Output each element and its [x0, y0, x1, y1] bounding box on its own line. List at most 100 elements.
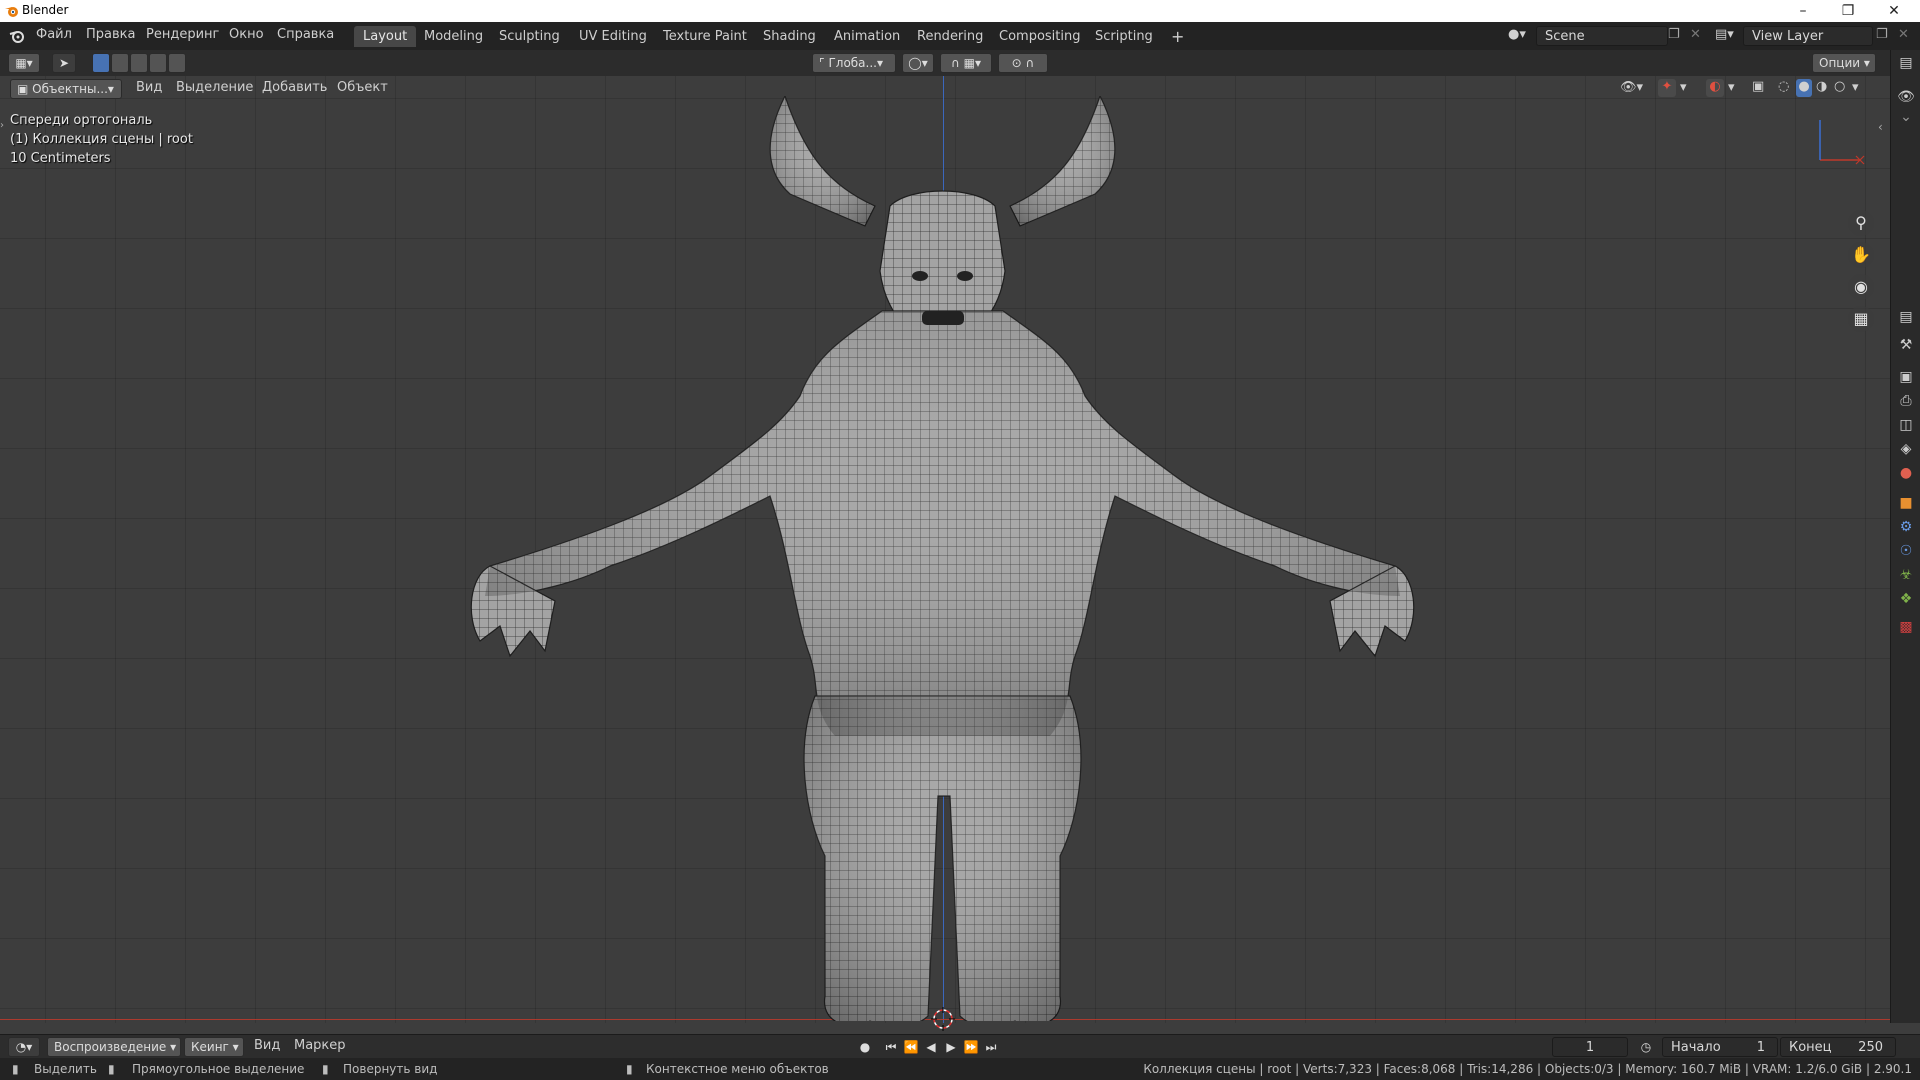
constraint-properties-icon[interactable]: ❖ [1897, 590, 1915, 608]
editor-type-icon[interactable]: ▦▾ [8, 53, 40, 73]
eye-closed-icon[interactable]: ⌄ [1897, 108, 1915, 126]
output-properties-icon[interactable]: ⎙ [1897, 392, 1915, 410]
3d-cursor-icon[interactable] [931, 1007, 955, 1031]
tab-uv-editing[interactable]: UV Editing [570, 26, 656, 47]
next-keyframe-icon[interactable]: ⏩ [962, 1039, 980, 1055]
keying-dropdown[interactable]: Кеинг ▾ [184, 1037, 244, 1057]
toolbar-expand-icon[interactable]: › [0, 120, 4, 131]
gizmo-toggle-icon[interactable]: ✦ [1658, 79, 1676, 97]
visibility-dropdown-icon[interactable]: 👁▾ [1620, 80, 1643, 95]
tab-shading[interactable]: Shading [754, 26, 825, 47]
tab-modeling[interactable]: Modeling [415, 26, 492, 47]
select-mode-new-icon[interactable] [92, 53, 110, 73]
select-mode-intersect-icon[interactable] [168, 53, 186, 73]
object-mode-dropdown[interactable]: ▣ Объектны...▾ [10, 79, 122, 99]
options-dropdown[interactable]: Опции ▾ [1812, 53, 1876, 73]
proportional-editing-icon[interactable]: ⊙ ∩ [998, 53, 1048, 73]
tab-sculpting[interactable]: Sculpting [490, 26, 569, 47]
viewport-menu-select[interactable]: Выделение [176, 80, 253, 95]
view-layer-icon[interactable]: ▤▾ [1715, 27, 1734, 42]
prev-keyframe-icon[interactable]: ⏪ [902, 1039, 920, 1055]
zoom-icon[interactable]: ⚲ [1848, 210, 1874, 236]
frame-start-field[interactable]: Начало 1 [1662, 1037, 1778, 1057]
view-layer-field[interactable]: View Layer [1743, 26, 1873, 46]
overlays-dropdown-icon[interactable]: ▾ [1728, 80, 1735, 95]
object-properties-icon[interactable]: ■ [1897, 494, 1915, 512]
physics-properties-icon[interactable]: ☣ [1897, 566, 1915, 584]
shading-rendered-icon[interactable]: ○ [1834, 79, 1845, 94]
gizmo-dropdown-icon[interactable]: ▾ [1680, 80, 1687, 95]
xray-toggle-icon[interactable]: ▣ [1752, 79, 1764, 94]
blender-menu-icon[interactable] [9, 28, 25, 44]
restore-icon[interactable]: ❐ [1830, 1, 1866, 21]
new-view-layer-icon[interactable]: ❐ [1876, 27, 1888, 42]
delete-view-layer-icon[interactable]: ✕ [1898, 27, 1909, 42]
new-scene-icon[interactable]: ❐ [1668, 27, 1680, 42]
view-layer-properties-icon[interactable]: ◫ [1897, 416, 1915, 434]
properties-editor-icon[interactable]: ▤ [1897, 308, 1915, 326]
viewport-menu-view[interactable]: Вид [136, 80, 162, 95]
tab-texture-paint[interactable]: Texture Paint [654, 26, 756, 47]
viewport-menu-object[interactable]: Объект [337, 80, 388, 95]
menu-render[interactable]: Рендеринг [146, 27, 219, 42]
status-box-select: Прямоугольное выделение [132, 1062, 305, 1076]
current-frame-field[interactable]: 1 [1552, 1037, 1628, 1057]
timeline-menu-marker[interactable]: Маркер [294, 1038, 346, 1053]
scene-name-field[interactable]: Scene [1536, 26, 1668, 46]
world-properties-icon[interactable]: ● [1897, 464, 1915, 482]
preview-range-icon[interactable]: ◷ [1637, 1039, 1655, 1055]
character-mesh[interactable] [470, 96, 1420, 1021]
axis-gizmo[interactable] [1810, 110, 1870, 170]
menu-help[interactable]: Справка [277, 27, 334, 42]
transform-orientation-dropdown[interactable]: ⌜ Глоба...▾ [812, 53, 896, 73]
jump-end-icon[interactable]: ⏭ [982, 1039, 1000, 1055]
overlays-toggle-icon[interactable]: ◐ [1706, 79, 1724, 97]
tab-compositing[interactable]: Compositing [990, 26, 1090, 47]
delete-scene-icon[interactable]: ✕ [1690, 27, 1701, 42]
timeline-editor-type-icon[interactable]: ◔▾ [8, 1037, 40, 1057]
playback-dropdown[interactable]: Воспроизведение ▾ [47, 1037, 181, 1057]
select-mode-invert-icon[interactable] [149, 53, 167, 73]
outliner-toggle-icon[interactable]: ▤ [1897, 54, 1915, 72]
tab-scripting[interactable]: Scripting [1086, 26, 1162, 47]
minimize-icon[interactable]: – [1785, 1, 1821, 21]
pan-hand-icon[interactable]: ✋ [1848, 242, 1874, 268]
pivot-point-icon[interactable]: ◯▾ [902, 53, 934, 73]
close-icon[interactable]: ✕ [1876, 1, 1912, 21]
tool-header: ▦▾ ➤ ⌜ Глоба...▾ ◯▾ ∩ ▦▾ ⊙ ∩ Опции ▾ [0, 50, 1890, 76]
select-mode-extend-icon[interactable] [111, 53, 129, 73]
modifier-properties-icon[interactable]: ⚙ [1897, 518, 1915, 536]
add-workspace-icon[interactable]: + [1162, 26, 1193, 47]
shading-dropdown-icon[interactable]: ▾ [1852, 80, 1859, 95]
play-icon[interactable]: ▶ [942, 1039, 960, 1055]
select-mode-subtract-icon[interactable] [130, 53, 148, 73]
menu-edit[interactable]: Правка [86, 27, 135, 42]
viewport-menu-add[interactable]: Добавить [262, 80, 327, 95]
tab-rendering[interactable]: Rendering [908, 26, 992, 47]
timeline-menu-view[interactable]: Вид [254, 1038, 280, 1053]
tool-properties-icon[interactable]: ⚒ [1897, 336, 1915, 354]
frame-end-field[interactable]: Конец 250 [1780, 1037, 1896, 1057]
scene-properties-icon[interactable]: ◈ [1897, 440, 1915, 458]
camera-view-icon[interactable]: ◉ [1848, 274, 1874, 300]
jump-start-icon[interactable]: ⏮ [882, 1039, 900, 1055]
record-icon[interactable]: ● [856, 1039, 874, 1055]
particles-properties-icon[interactable]: ☉ [1897, 542, 1915, 560]
tab-layout[interactable]: Layout [354, 26, 417, 47]
menu-file[interactable]: Файл [36, 27, 72, 42]
eye-icon[interactable]: 👁 [1897, 88, 1915, 106]
render-properties-icon[interactable]: ▣ [1897, 368, 1915, 386]
scene-icon[interactable]: ●▾ [1508, 27, 1526, 42]
texture-properties-icon[interactable]: ▩ [1897, 618, 1915, 636]
snapping-icon[interactable]: ∩ ▦▾ [940, 53, 992, 73]
ortho-grid-icon[interactable]: ▦ [1848, 306, 1874, 332]
select-tool-icon[interactable]: ➤ [52, 53, 76, 73]
shading-solid-icon[interactable]: ● [1796, 79, 1812, 97]
shading-wireframe-icon[interactable]: ◌ [1778, 79, 1789, 94]
shading-material-icon[interactable]: ◑ [1816, 79, 1827, 94]
menu-window[interactable]: Окно [229, 27, 264, 42]
tab-animation[interactable]: Animation [825, 26, 909, 47]
3d-viewport[interactable]: ▣ Объектны...▾ Вид Выделение Добавить Об… [0, 76, 1890, 1031]
play-reverse-icon[interactable]: ◀ [922, 1039, 940, 1055]
sidebar-expand-icon[interactable]: ‹ [1878, 120, 1883, 134]
